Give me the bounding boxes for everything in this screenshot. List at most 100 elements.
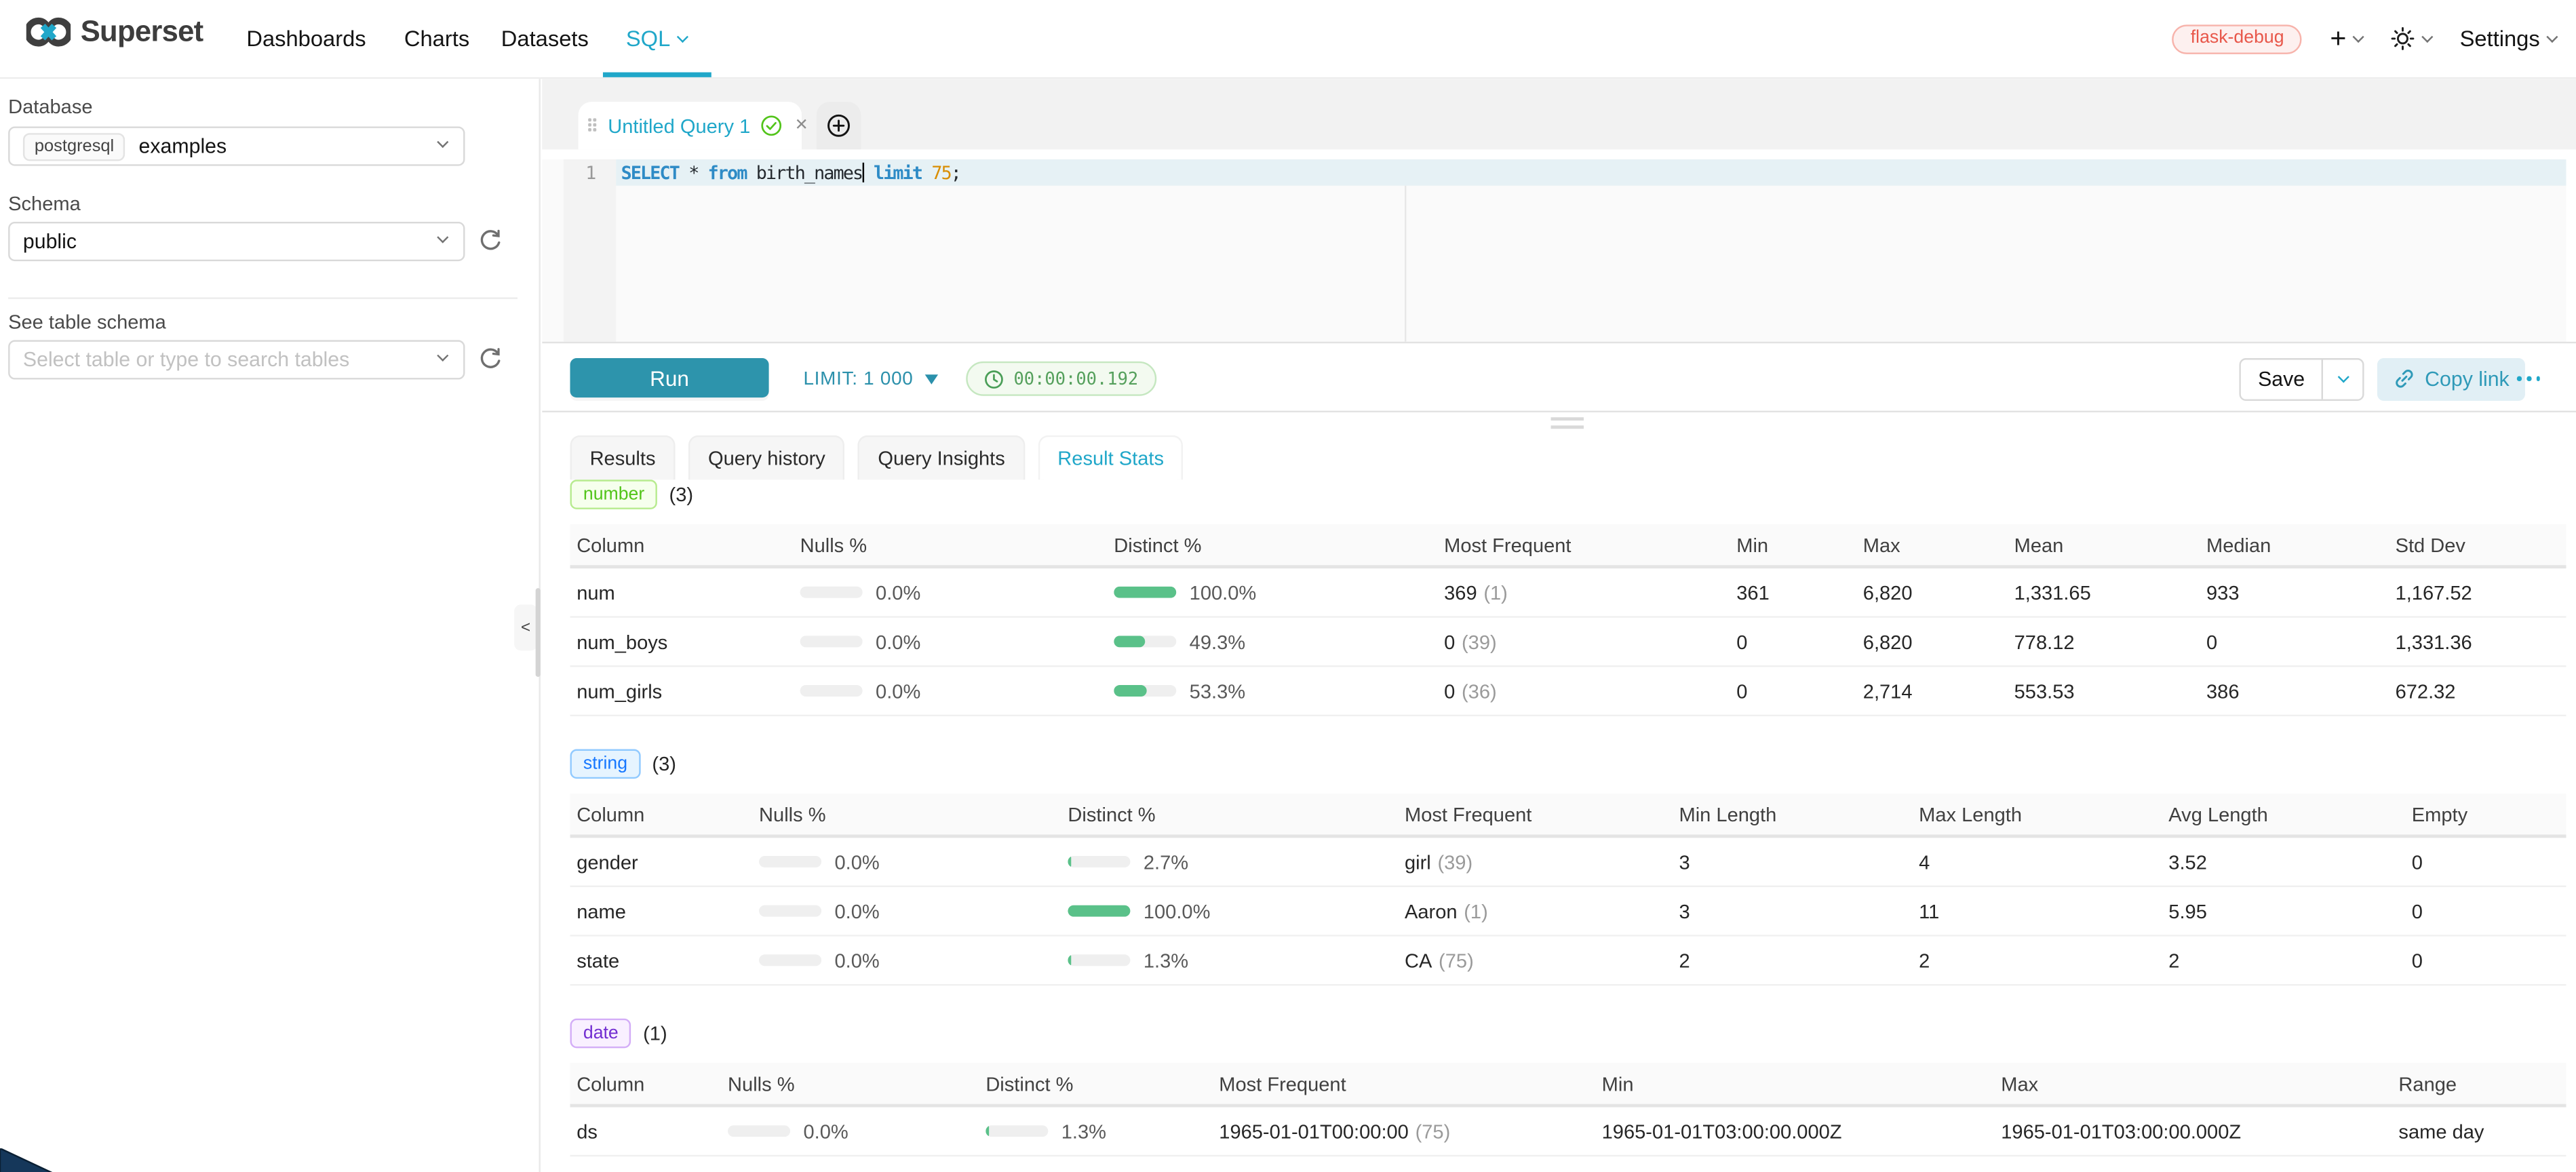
distinct-bar bbox=[1068, 856, 1130, 867]
sql-code-editor[interactable]: 1 SELECT * from birth_names limit 75; bbox=[542, 149, 2566, 341]
navbar: Superset Dashboards Charts Datasets SQL … bbox=[0, 0, 2576, 79]
database-value: examples bbox=[139, 135, 227, 158]
stat-value-cell: 553.53 bbox=[2008, 680, 2200, 703]
column-header: Column bbox=[570, 1063, 722, 1104]
chevron-down-icon bbox=[437, 231, 448, 243]
most-frequent-count: (75) bbox=[1439, 949, 1474, 972]
column-header: Min bbox=[1730, 524, 1857, 566]
table-body: gender0.0%2.7%girl(39)343.520name0.0%100… bbox=[570, 838, 2567, 985]
limit-dropdown[interactable]: LIMIT: 1 000 bbox=[803, 343, 937, 414]
type-tag-string: string bbox=[570, 749, 641, 779]
column-header: Nulls % bbox=[794, 524, 1108, 566]
column-header: Max Length bbox=[1912, 794, 2162, 835]
nulls-bar-cell: 0.0% bbox=[752, 899, 1061, 922]
distinct-bar bbox=[1114, 587, 1176, 598]
tab-query-insights[interactable]: Query Insights bbox=[858, 435, 1025, 480]
superset-sql-lab-page: Superset Dashboards Charts Datasets SQL … bbox=[0, 0, 2576, 1172]
tab-results[interactable]: Results bbox=[570, 435, 676, 480]
most-frequent-cell: 369(1) bbox=[1437, 581, 1730, 604]
most-frequent-cell: girl(39) bbox=[1398, 850, 1673, 873]
distinct-pct: 2.7% bbox=[1144, 850, 1188, 873]
distinct-bar bbox=[1114, 636, 1176, 647]
environment-tag: flask-debug bbox=[2172, 24, 2302, 54]
tab-query-history[interactable]: Query history bbox=[688, 435, 845, 480]
distinct-pct: 53.3% bbox=[1190, 680, 1245, 703]
pane-resize-handle[interactable] bbox=[1551, 417, 1584, 433]
run-query-button[interactable]: Run bbox=[570, 358, 769, 397]
column-name: num_girls bbox=[570, 680, 794, 703]
collapse-sidebar-button[interactable]: < bbox=[514, 604, 537, 650]
number-columns-section: number (3) ColumnNulls %Distinct %Most F… bbox=[570, 480, 2567, 716]
timer-value: 00:00:00.192 bbox=[1013, 369, 1138, 389]
stat-value-cell: 11 bbox=[1912, 899, 2162, 922]
section-count: (1) bbox=[643, 1022, 667, 1045]
most-frequent-cell: 1965-01-01T00:00:00(75) bbox=[1213, 1120, 1595, 1143]
nulls-bar-cell: 0.0% bbox=[721, 1120, 979, 1143]
table-header-row: ColumnNulls %Distinct %Most FrequentMin … bbox=[570, 794, 2567, 838]
drag-handle-icon bbox=[588, 118, 598, 133]
caret-down-icon bbox=[2422, 31, 2434, 42]
active-nav-underline bbox=[603, 73, 711, 77]
query-tab-strip: Untitled Query 1 ✕ bbox=[542, 79, 2576, 149]
nav-item-dashboards[interactable]: Dashboards bbox=[246, 0, 366, 77]
nav-item-datasets[interactable]: Datasets bbox=[501, 0, 589, 77]
check-circle-icon bbox=[760, 115, 781, 136]
sql-lab-sidebar: Database postgresql examples Schema publ… bbox=[0, 79, 541, 1172]
table-select-placeholder: Select table or type to search tables bbox=[23, 349, 349, 372]
more-options-button[interactable] bbox=[2517, 343, 2541, 414]
superset-logo[interactable]: Superset bbox=[26, 15, 203, 50]
mouse-cursor bbox=[0, 1148, 53, 1172]
settings-menu[interactable]: Settings bbox=[2460, 26, 2556, 51]
theme-menu[interactable] bbox=[2391, 26, 2432, 51]
navbar-right: flask-debug + Settings bbox=[2172, 0, 2556, 77]
editor-gutter bbox=[564, 159, 617, 342]
distinct-pct: 100.0% bbox=[1190, 581, 1257, 604]
nulls-pct: 0.0% bbox=[834, 899, 879, 922]
tab-result-stats[interactable]: Result Stats bbox=[1038, 435, 1184, 480]
new-query-tab-button[interactable] bbox=[817, 102, 861, 149]
distinct-bar-cell: 1.3% bbox=[1061, 949, 1399, 972]
save-button[interactable]: Save bbox=[2241, 359, 2322, 398]
line-number: 1 bbox=[564, 162, 617, 183]
column-header: Most Frequent bbox=[1437, 524, 1730, 566]
close-tab-icon[interactable]: ✕ bbox=[795, 117, 808, 135]
copy-link-button[interactable]: Copy link bbox=[2377, 357, 2526, 400]
stat-value-cell: 2,714 bbox=[1856, 680, 2008, 703]
nav-item-sql[interactable]: SQL bbox=[626, 0, 687, 77]
column-header: Distinct % bbox=[1061, 794, 1399, 835]
scrollbar-thumb[interactable] bbox=[534, 588, 540, 677]
distinct-pct: 1.3% bbox=[1144, 949, 1188, 972]
distinct-bar-fill bbox=[1068, 905, 1130, 917]
column-name: num_boys bbox=[570, 630, 794, 653]
limit-label: LIMIT: 1 000 bbox=[803, 369, 913, 389]
table-row: num_boys0.0%49.3%0(39)06,820778.1201,331… bbox=[570, 618, 2567, 667]
column-header: Std Dev bbox=[2389, 524, 2567, 566]
table-row: ds0.0%1.3%1965-01-01T00:00:00(75)1965-01… bbox=[570, 1108, 2567, 1157]
brand-name: Superset bbox=[81, 15, 203, 50]
sql-statement: SELECT * from birth_names limit 75; bbox=[621, 162, 960, 183]
new-item-menu[interactable]: + bbox=[2330, 24, 2362, 52]
column-name: gender bbox=[570, 850, 753, 873]
nav-item-charts[interactable]: Charts bbox=[404, 0, 469, 77]
column-name: num bbox=[570, 581, 794, 604]
most-frequent-cell: Aaron(1) bbox=[1398, 899, 1673, 922]
query-tab[interactable]: Untitled Query 1 ✕ bbox=[579, 102, 802, 149]
stat-value-cell: 1,331.65 bbox=[2008, 581, 2200, 604]
clock-icon bbox=[984, 369, 1004, 389]
nulls-bar bbox=[759, 905, 821, 917]
column-header: Nulls % bbox=[752, 794, 1061, 835]
most-frequent-cell: CA (75) bbox=[1398, 949, 1673, 972]
distinct-pct: 100.0% bbox=[1144, 899, 1211, 922]
link-icon bbox=[2394, 368, 2415, 389]
distinct-bar bbox=[1068, 954, 1130, 966]
stat-value-cell: 1965-01-01T03:00:00.000Z bbox=[1995, 1120, 2392, 1143]
save-options-button[interactable] bbox=[2322, 359, 2362, 398]
table-select[interactable]: Select table or type to search tables bbox=[8, 340, 465, 379]
most-frequent-value: 0 bbox=[1444, 680, 1455, 703]
database-select[interactable]: postgresql examples bbox=[8, 127, 465, 166]
most-frequent-value: CA bbox=[1405, 949, 1432, 972]
stat-value-cell: 933 bbox=[2200, 581, 2389, 604]
refresh-schema-icon[interactable] bbox=[478, 229, 505, 255]
schema-select[interactable]: public bbox=[8, 222, 465, 261]
refresh-tables-icon[interactable] bbox=[478, 347, 505, 373]
